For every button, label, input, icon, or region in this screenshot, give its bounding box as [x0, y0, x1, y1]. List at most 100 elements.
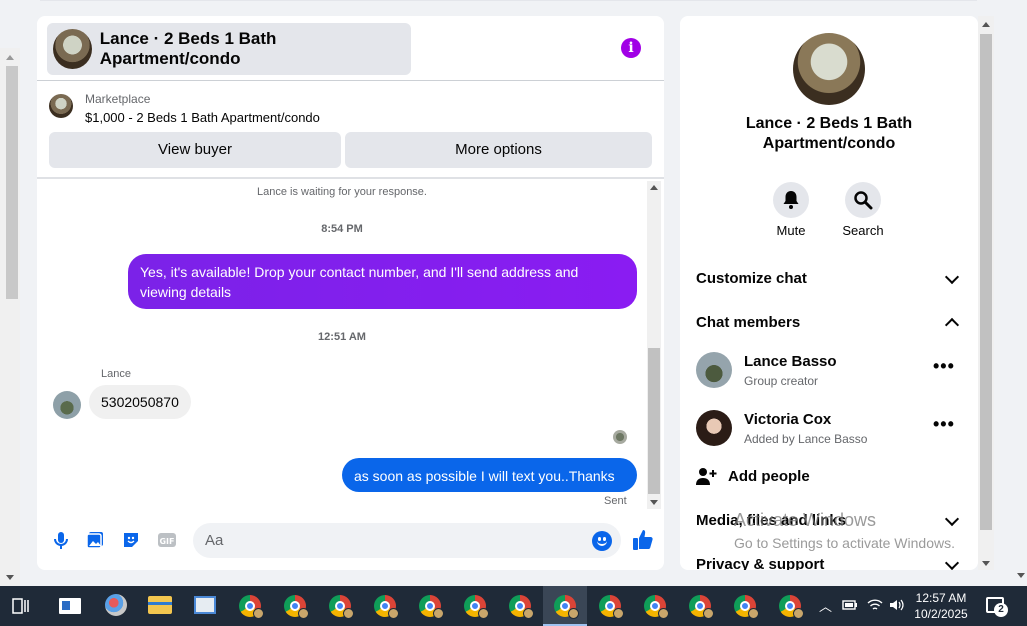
task-view-icon[interactable] — [12, 598, 30, 614]
listing-price-title: $1,000 - 2 Beds 1 Bath Apartment/condo — [85, 110, 320, 125]
panel-scrollbar[interactable] — [978, 16, 994, 570]
member-avatar[interactable] — [696, 410, 732, 446]
scroll-thumb[interactable] — [6, 66, 18, 299]
chrome-taskbar-button[interactable] — [318, 586, 362, 626]
app-icon[interactable] — [194, 596, 216, 614]
news-app-icon[interactable] — [59, 598, 81, 614]
chrome-taskbar-button[interactable] — [588, 586, 632, 626]
chrome-taskbar-button[interactable] — [273, 586, 317, 626]
clock[interactable]: 12:57 AM 10/2/2025 — [910, 590, 972, 622]
member-options-icon[interactable]: ••• — [933, 414, 955, 435]
chevron-up-icon[interactable] — [944, 317, 960, 333]
scroll-down-arrow[interactable] — [650, 500, 658, 505]
scroll-up-arrow[interactable] — [982, 22, 990, 27]
customize-chat-row[interactable]: Customize chat — [696, 270, 807, 287]
scroll-down-arrow[interactable] — [6, 575, 14, 580]
chrome-taskbar-button[interactable] — [633, 586, 677, 626]
chrome-taskbar-button-active[interactable] — [543, 586, 587, 626]
message-input[interactable]: Aa — [193, 523, 621, 558]
message-timestamp: 12:51 AM — [318, 331, 366, 343]
scroll-down-arrow[interactable] — [982, 561, 990, 566]
emoji-icon[interactable] — [592, 531, 612, 551]
bell-icon — [783, 191, 799, 209]
search-label: Search — [842, 223, 884, 238]
search-button[interactable] — [845, 182, 881, 218]
outgoing-message[interactable]: Yes, it's available! Drop your contact n… — [128, 254, 637, 309]
chat-title: Lance · 2 Beds 1 Bath Apartment/condo — [99, 29, 277, 68]
mute-label: Mute — [776, 223, 806, 238]
like-icon[interactable] — [631, 528, 655, 552]
clock-time: 12:57 AM — [915, 591, 967, 605]
wifi-icon[interactable] — [867, 598, 883, 612]
chrome-taskbar-button[interactable] — [723, 586, 767, 626]
member-role: Added by Lance Basso — [744, 432, 868, 446]
chrome-icon — [554, 595, 579, 619]
chat-panel: Lance · 2 Beds 1 Bath Apartment/condo i … — [37, 16, 664, 570]
chevron-down-icon[interactable] — [944, 555, 960, 570]
chrome-taskbar-button[interactable] — [678, 586, 722, 626]
sender-avatar[interactable] — [53, 391, 81, 419]
scroll-up-arrow[interactable] — [6, 55, 14, 60]
chrome-icon — [689, 595, 714, 619]
divider — [37, 80, 664, 81]
paint-app-icon[interactable] — [105, 594, 127, 616]
incoming-message[interactable]: 5302050870 — [89, 385, 191, 419]
chrome-icon — [374, 595, 399, 619]
activate-windows-hint: Go to Settings to activate Windows. — [734, 535, 955, 551]
chevron-down-icon[interactable] — [944, 269, 960, 285]
member-name[interactable]: Lance Basso — [744, 353, 837, 370]
photo-icon[interactable] — [85, 530, 105, 550]
chevron-up-icon[interactable]: ︿ — [819, 596, 832, 615]
scroll-up-arrow[interactable] — [650, 185, 658, 190]
chrome-taskbar-button[interactable] — [768, 586, 812, 626]
add-people-button[interactable]: Add people — [728, 468, 810, 485]
chat-members-row[interactable]: Chat members — [696, 314, 800, 331]
info-icon[interactable]: i — [621, 38, 641, 58]
message-list[interactable]: Lance is waiting for your response. 8:54… — [37, 179, 664, 512]
microphone-icon[interactable] — [51, 530, 71, 550]
chrome-icon — [779, 595, 804, 619]
chrome-icon — [329, 595, 354, 619]
chrome-icon — [284, 595, 309, 619]
member-avatar[interactable] — [696, 352, 732, 388]
listing-avatar — [53, 29, 92, 69]
member-role: Group creator — [744, 374, 819, 388]
svg-text:GIF: GIF — [159, 537, 174, 546]
outgoing-message[interactable]: as soon as possible I will text you..Tha… — [342, 458, 637, 492]
privacy-support-row[interactable]: Privacy & support — [696, 556, 824, 570]
chrome-icon — [644, 595, 669, 619]
chat-header-button[interactable]: Lance · 2 Beds 1 Bath Apartment/condo — [47, 23, 411, 75]
scroll-thumb[interactable] — [980, 34, 992, 530]
notification-count-badge: 2 — [994, 603, 1008, 617]
file-explorer-icon[interactable] — [148, 596, 172, 614]
waiting-notice: Lance is waiting for your response. — [257, 186, 427, 198]
volume-icon[interactable] — [889, 598, 905, 612]
battery-icon[interactable] — [842, 598, 858, 612]
chrome-icon — [239, 595, 264, 619]
gif-icon[interactable]: GIF — [157, 530, 177, 550]
panel-title: Lance · 2 Beds 1 Bath Apartment/condo — [745, 115, 913, 152]
member-options-icon[interactable]: ••• — [933, 356, 955, 377]
chrome-taskbar-button[interactable] — [453, 586, 497, 626]
chrome-taskbar-button[interactable] — [228, 586, 272, 626]
chrome-taskbar-button[interactable] — [408, 586, 452, 626]
scroll-down-arrow[interactable] — [1017, 573, 1025, 578]
sticker-icon[interactable] — [121, 530, 141, 550]
view-buyer-button[interactable]: View buyer — [49, 132, 341, 168]
search-icon — [854, 191, 873, 210]
scroll-thumb[interactable] — [648, 348, 660, 494]
chevron-down-icon[interactable] — [944, 511, 960, 527]
taskbar: ︿ 12:57 AM 10/2/2025 2 — [0, 586, 1027, 626]
chrome-icon — [734, 595, 759, 619]
add-person-icon[interactable] — [696, 467, 718, 487]
sent-status: Sent — [604, 495, 627, 507]
message-scrollbar[interactable] — [647, 181, 661, 509]
chrome-taskbar-button[interactable] — [498, 586, 542, 626]
mute-button[interactable] — [773, 182, 809, 218]
chrome-icon — [599, 595, 624, 619]
chrome-taskbar-button[interactable] — [363, 586, 407, 626]
member-name[interactable]: Victoria Cox — [744, 411, 831, 428]
page-scrollbar[interactable] — [0, 48, 20, 586]
more-options-button[interactable]: More options — [345, 132, 652, 168]
listing-avatar — [793, 33, 865, 105]
